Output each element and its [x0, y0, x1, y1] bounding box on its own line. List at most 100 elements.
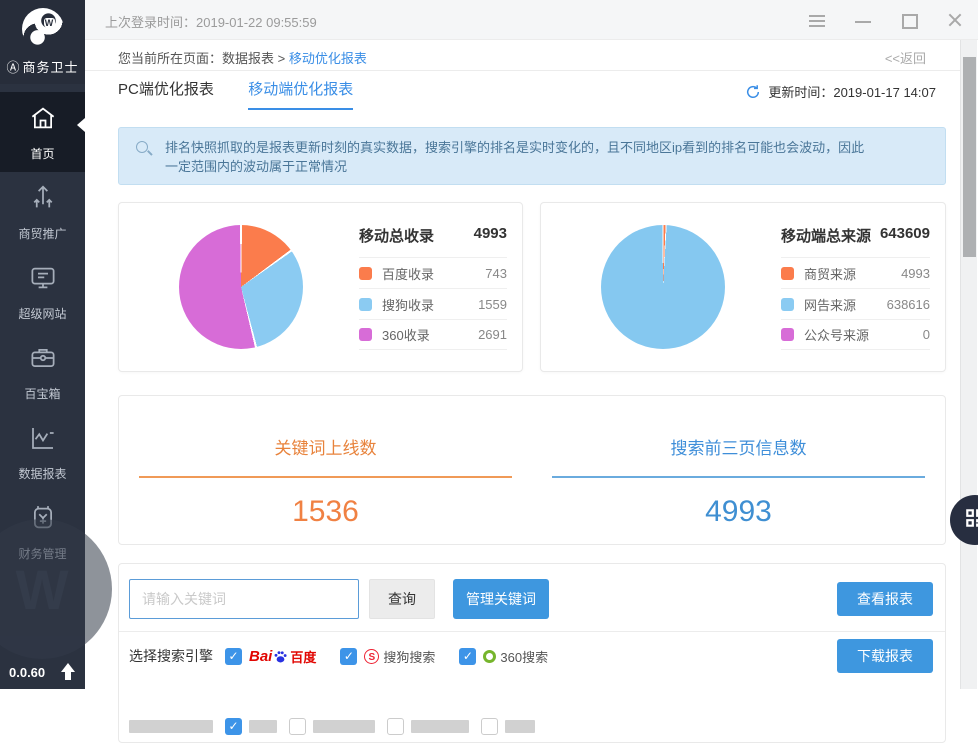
- sidebar-item-label: 超级网站: [18, 306, 67, 321]
- breadcrumb-row: 您当前所在页面：数据报表 > 移动优化报表 <<返回: [85, 40, 961, 71]
- update-time: 更新时间：2019-01-17 14:07: [768, 85, 936, 100]
- app-version: 0.0.60: [9, 664, 46, 680]
- sidebar-item-home[interactable]: 首页: [0, 92, 85, 172]
- tab-pc-report[interactable]: PC端优化报表: [118, 78, 214, 108]
- stat-value: 1536: [292, 495, 359, 528]
- sidebar-item-label: 首页: [30, 146, 55, 161]
- legend-indexed: 移动总收录 4993 百度收录 743 搜狗收录 1559 360收录 2691: [359, 225, 507, 350]
- close-icon[interactable]: [946, 12, 964, 28]
- card-total: 643609: [879, 225, 930, 242]
- menu-icon[interactable]: [808, 12, 826, 28]
- legend-row: 公众号来源 0: [781, 319, 930, 350]
- manage-keywords-button[interactable]: 管理关键词: [453, 579, 549, 619]
- upgrade-arrow-icon[interactable]: [60, 663, 76, 681]
- sogou-logo-icon: S: [364, 648, 380, 664]
- sidebar-item-label: 商贸推广: [18, 226, 67, 241]
- sidebar-item-promotion[interactable]: 商贸推广: [0, 172, 85, 252]
- engine-baidu: Bai 百度: [225, 647, 316, 666]
- qr-code-icon: [964, 507, 978, 534]
- brand-badge-icon: Ⓐ: [6, 60, 21, 75]
- stats-card: 关键词上线数 1536 搜索前三页信息数 4993: [118, 395, 946, 545]
- titlebar: 上次登录时间：2019-01-22 09:55:59: [85, 0, 978, 40]
- so360-checkbox[interactable]: [459, 647, 477, 665]
- pie-chart-sources: [601, 225, 725, 349]
- website-icon: [28, 263, 58, 298]
- divider: [119, 631, 945, 632]
- refresh-icon[interactable]: [745, 84, 761, 100]
- so360-label: 360搜索: [500, 649, 549, 665]
- sidebar-menu: 首页 商贸推广 超级网站 百宝箱 数据报表 财务管理: [0, 92, 85, 572]
- sidebar-item-toolbox[interactable]: 百宝箱: [0, 332, 85, 412]
- baidu-checkbox[interactable]: [225, 647, 242, 665]
- legend-swatch-magenta: [781, 328, 794, 341]
- stat-underline-orange: [139, 476, 512, 478]
- clipped-checkbox[interactable]: [481, 717, 498, 735]
- stat-value: 4993: [705, 495, 772, 528]
- keyword-toolbar-card: 查询 管理关键词 查看报表 选择搜索引擎 Bai 百度 S 搜狗搜索 360搜索: [118, 563, 946, 743]
- card-mobile-sources: 移动端总来源 643609 商贸来源 4993 网告来源 638616 公众号来…: [540, 202, 946, 372]
- stat-top3-pages: 搜索前三页信息数 4993: [532, 396, 945, 544]
- clipped-checkbox-checked[interactable]: [225, 717, 242, 735]
- sidebar-item-reports[interactable]: 数据报表: [0, 412, 85, 492]
- minimize-icon[interactable]: [854, 12, 872, 28]
- so360-logo-icon: [483, 649, 497, 663]
- pie-chart-indexed: [179, 225, 303, 349]
- legend-swatch-magenta: [359, 328, 372, 341]
- legend-swatch-blue: [359, 297, 372, 311]
- clipped-text: [249, 719, 277, 733]
- clipped-checkbox[interactable]: [387, 717, 404, 735]
- baidu-paw-icon: [273, 649, 288, 663]
- view-report-button[interactable]: 查看报表: [837, 582, 933, 616]
- sidebar-item-website[interactable]: 超级网站: [0, 252, 85, 332]
- clipped-text: [411, 719, 469, 733]
- logo-shield-w: W: [43, 18, 55, 29]
- sogou-checkbox[interactable]: [340, 647, 358, 665]
- tab-mobile-report[interactable]: 移动端优化报表: [248, 78, 354, 110]
- breadcrumb: 您当前所在页面：数据报表 > 移动优化报表: [118, 48, 367, 67]
- legend-swatch-orange: [359, 266, 372, 280]
- engine-select-row: 选择搜索引擎 Bai 百度 S 搜狗搜索 360搜索: [129, 642, 572, 670]
- legend-row: 百度收录 743: [359, 257, 507, 288]
- legend-row: 360收录 2691: [359, 319, 507, 350]
- legend-swatch-orange: [781, 266, 794, 280]
- active-notch: [77, 118, 85, 132]
- query-button[interactable]: 查询: [369, 579, 435, 619]
- engine-360: 360搜索: [459, 647, 548, 666]
- brand-name: Ⓐ 商务卫士: [0, 57, 85, 76]
- download-report-button[interactable]: 下载报表: [837, 639, 933, 673]
- sidebar-item-label: 百宝箱: [24, 386, 61, 401]
- clipped-label: [129, 719, 213, 733]
- pie-cards-row: 移动总收录 4993 百度收录 743 搜狗收录 1559 360收录 2691: [118, 202, 946, 372]
- last-login-time: 上次登录时间：2019-01-22 09:55:59: [105, 15, 317, 30]
- engine-sogou: S 搜狗搜索: [340, 647, 435, 666]
- app-logo-icon: W: [21, 8, 64, 50]
- legend-row: 商贸来源 4993: [781, 257, 930, 288]
- promotion-icon: [28, 183, 58, 218]
- sogou-label: 搜狗搜索: [383, 649, 436, 665]
- report-chart-icon: [28, 423, 58, 458]
- brand-label: 商务卫士: [22, 60, 79, 75]
- stat-keywords-online: 关键词上线数 1536: [119, 396, 532, 544]
- content-area: 您当前所在页面：数据报表 > 移动优化报表 <<返回 PC端优化报表 移动端优化…: [85, 40, 978, 743]
- legend-swatch-blue: [781, 297, 794, 311]
- stat-underline-blue: [552, 476, 925, 478]
- back-link[interactable]: <<返回: [885, 48, 926, 67]
- keyword-search-input[interactable]: [129, 579, 359, 619]
- breadcrumb-prefix: 您当前所在页面：数据报表 >: [118, 51, 286, 66]
- clipped-text: [505, 719, 535, 733]
- scrollbar[interactable]: [960, 40, 977, 689]
- sidebar-item-label: 数据报表: [18, 466, 67, 481]
- maximize-icon[interactable]: [900, 12, 918, 29]
- legend-row: 搜狗收录 1559: [359, 288, 507, 319]
- scrollbar-thumb[interactable]: [963, 57, 976, 257]
- breadcrumb-current[interactable]: 移动优化报表: [289, 51, 367, 66]
- clipped-checkbox[interactable]: [289, 717, 306, 735]
- card-title: 移动总收录: [359, 228, 435, 245]
- legend-sources: 移动端总来源 643609 商贸来源 4993 网告来源 638616 公众号来…: [781, 225, 930, 350]
- home-icon: [28, 103, 58, 138]
- sidebar: W Ⓐ商务卫士 首页 商贸推广 超级网站 百宝箱 数据报表 财务管理: [0, 0, 112, 689]
- baidu-logo-text: Bai: [249, 647, 273, 665]
- app-logo-block: W Ⓐ 商务卫士: [0, 0, 85, 84]
- legend-row: 网告来源 638616: [781, 288, 930, 319]
- card-title: 移动端总来源: [781, 228, 872, 245]
